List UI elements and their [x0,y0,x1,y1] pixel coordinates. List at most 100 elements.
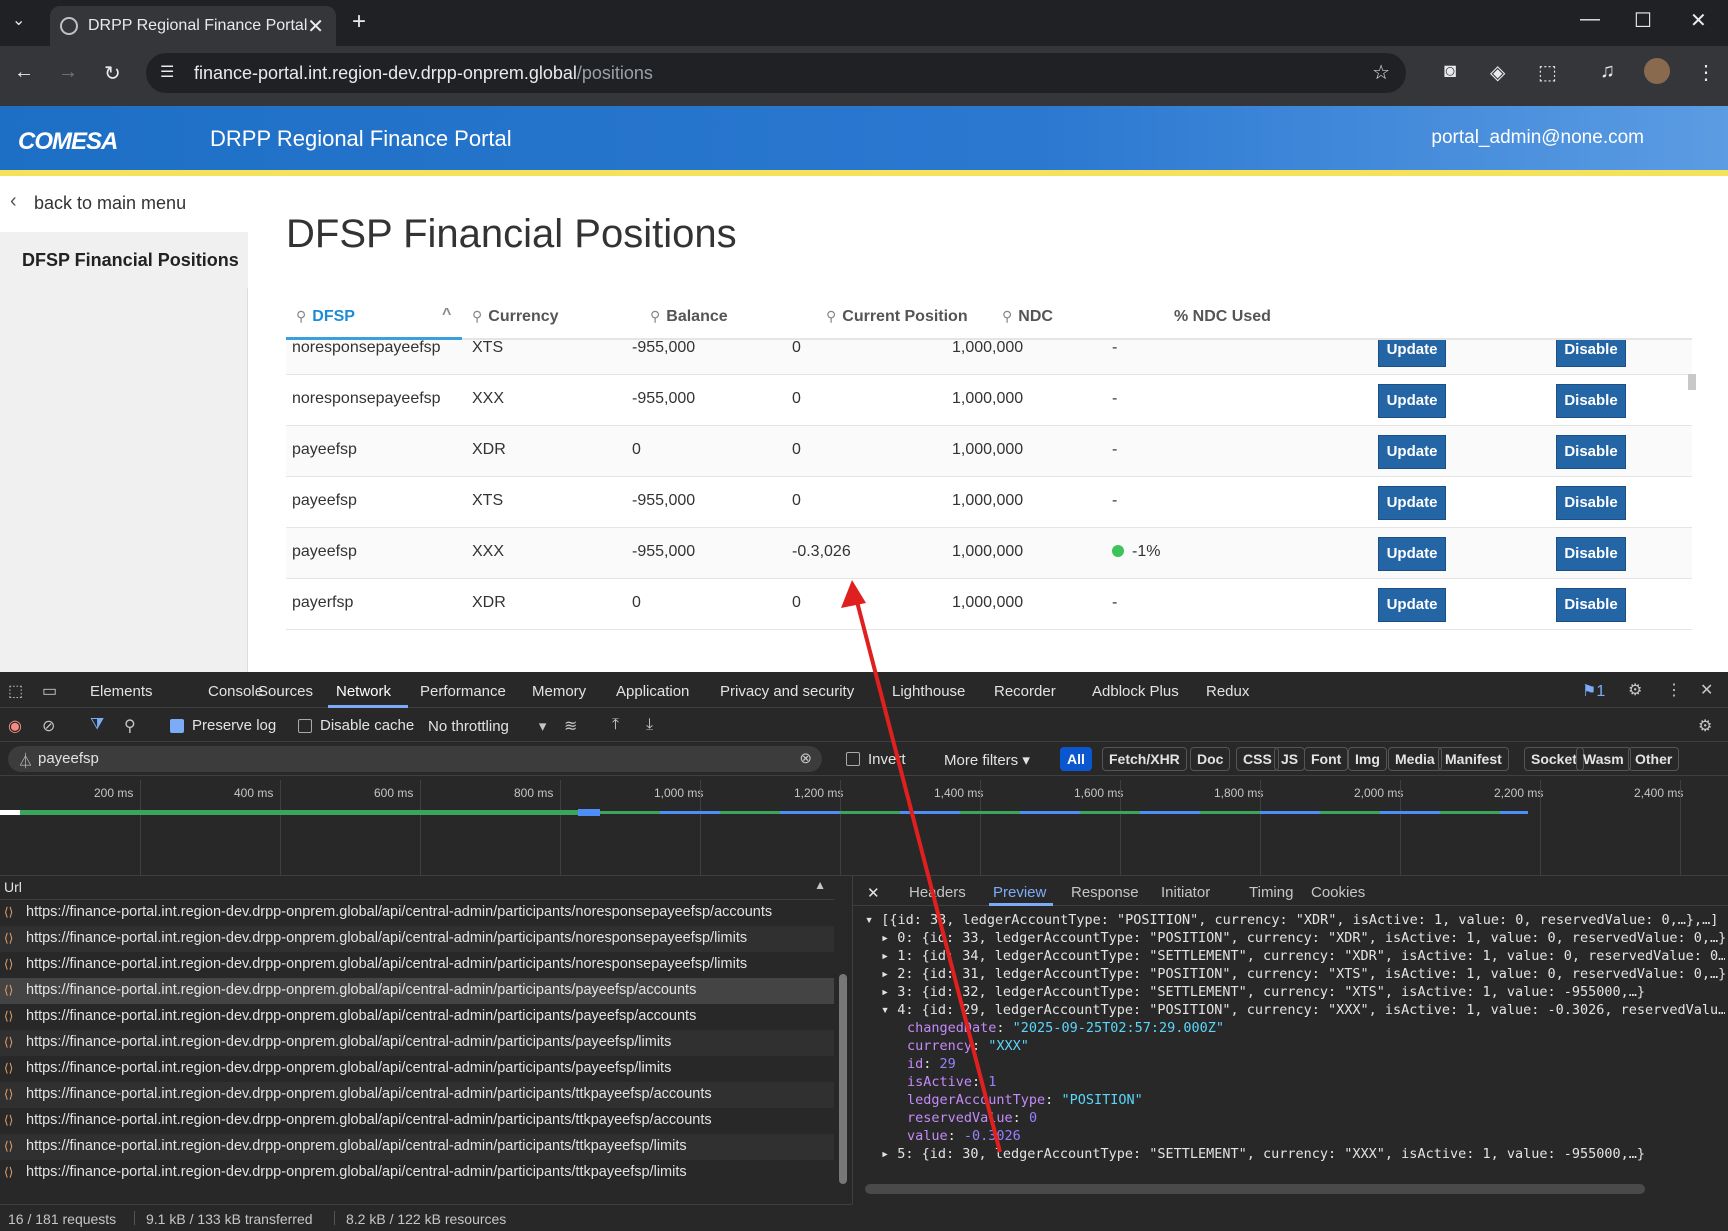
search-icon[interactable]: ⚲ [124,716,136,736]
address-bar[interactable]: ☰ finance-portal.int.region-dev.drpp-onp… [146,53,1406,93]
filter-chip-fetchxhr[interactable]: Fetch/XHR [1102,747,1187,771]
site-info-icon[interactable]: ☰ [160,62,174,82]
minimize-icon[interactable]: — [1580,8,1600,31]
request-row[interactable]: ⟨⟩ https://finance-portal.int.region-dev.… [0,952,834,978]
disable-button[interactable]: Disable [1556,537,1626,571]
request-list-scrollbar[interactable] [838,900,848,1204]
update-button[interactable]: Update [1378,384,1446,418]
table-scrollbar[interactable] [1688,374,1696,390]
detail-tab-headers[interactable]: Headers [909,884,966,901]
update-button[interactable]: Update [1378,340,1446,367]
request-row[interactable]: ⟨⟩ https://finance-portal.int.region-dev.… [0,1030,834,1056]
tab-lighthouse[interactable]: Lighthouse [892,683,965,700]
more-filters-dropdown[interactable]: More filters ▾ [944,751,1030,769]
disable-button[interactable]: Disable [1556,486,1626,520]
collapsed-arrow-icon[interactable]: ▸ [881,966,897,982]
filter-chip-img[interactable]: Img [1348,747,1387,771]
extension-diamond-icon[interactable]: ◈ [1490,60,1505,85]
request-row[interactable]: ⟨⟩ https://finance-portal.int.region-dev.… [0,1108,834,1134]
request-row[interactable]: ⟨⟩ https://finance-portal.int.region-dev.… [0,1160,834,1186]
extensions-icon[interactable]: ⬚ [1538,60,1557,85]
sort-ascending-icon[interactable]: ^ [442,306,451,324]
scrollbar-thumb[interactable] [839,974,847,1184]
filter-icon[interactable]: ⧩ [90,716,104,734]
json-line[interactable]: ▸ 2: {id: 31, ledgerAccountType: "POSITI… [881,966,1725,982]
filter-chip-media[interactable]: Media [1388,747,1442,771]
invert-checkbox[interactable] [846,752,860,766]
collapsed-arrow-icon[interactable]: ▸ [881,984,897,1000]
tab-console[interactable]: Console [208,683,263,700]
filter-chip-js[interactable]: JS [1274,747,1306,771]
tab-recorder[interactable]: Recorder [994,683,1056,700]
disable-button[interactable]: Disable [1556,435,1626,469]
detail-tab-initiator[interactable]: Initiator [1161,884,1210,901]
detail-tab-timing[interactable]: Timing [1249,884,1293,901]
tab-sources[interactable]: Sources [258,683,313,700]
collapsed-arrow-icon[interactable]: ▸ [881,930,897,946]
request-row[interactable]: ⟨⟩ https://finance-portal.int.region-dev.… [0,1082,834,1108]
reload-icon[interactable]: ↻ [104,61,121,86]
json-line[interactable]: ▾ [{id: 33, ledgerAccountType: "POSITION… [865,912,1718,928]
network-settings-icon[interactable]: ⚙ [1698,716,1712,736]
preview-horizontal-scrollbar[interactable] [865,1184,1645,1194]
filter-chip-doc[interactable]: Doc [1190,747,1231,771]
clear-filter-icon[interactable]: ⊗ [799,749,812,767]
json-line[interactable]: ▸ 1: {id: 34, ledgerAccountType: "SETTLE… [881,948,1725,964]
extension-chat-icon[interactable]: ◙ [1444,60,1456,83]
json-line[interactable]: ▸ 0: {id: 33, ledgerAccountType: "POSITI… [881,930,1725,946]
update-button[interactable]: Update [1378,537,1446,571]
bookmark-star-icon[interactable]: ☆ [1372,60,1390,85]
devtools-menu-icon[interactable]: ⋮ [1666,680,1682,700]
collapsed-arrow-icon[interactable]: ▸ [881,1146,897,1162]
column-header-balance[interactable]: ⚲ Balance [650,308,728,326]
tab-redux[interactable]: Redux [1206,683,1249,700]
tab-privacy-and-security[interactable]: Privacy and security [720,683,854,700]
expanded-arrow-icon[interactable]: ▾ [865,912,881,928]
devtools-close-icon[interactable]: ✕ [1700,680,1713,700]
export-har-icon[interactable]: ⤓ [646,716,653,734]
user-email[interactable]: portal_admin@none.com [1431,127,1644,149]
update-button[interactable]: Update [1378,435,1446,469]
request-list-header[interactable]: Url ▲ [0,876,834,900]
menu-kebab-icon[interactable]: ⋮ [1696,60,1716,85]
sort-ascending-icon[interactable]: ▲ [814,878,826,892]
json-line[interactable]: ▸ 3: {id: 32, ledgerAccountType: "SETTLE… [881,984,1645,1000]
issues-badge[interactable]: ⚑1 [1582,681,1605,701]
column-header-dfsp[interactable]: ⚲ DFSP ^ [296,306,451,326]
update-button[interactable]: Update [1378,588,1446,622]
disable-button[interactable]: Disable [1556,384,1626,418]
close-detail-icon[interactable]: ✕ [867,884,880,902]
filter-chip-css[interactable]: CSS [1236,747,1279,771]
media-control-icon[interactable]: ♫ [1600,60,1615,83]
json-line[interactable]: ▾ 4: {id: 29, ledgerAccountType: "POSITI… [881,1002,1725,1018]
json-line[interactable]: ▸ 5: {id: 30, ledgerAccountType: "SETTLE… [881,1146,1645,1162]
column-header-currency[interactable]: ⚲ Currency [472,308,559,326]
filter-chip-other[interactable]: Other [1628,747,1680,771]
filter-input[interactable]: ⏃ payeefsp ⊗ [8,746,822,772]
request-row[interactable]: ⟨⟩ https://finance-portal.int.region-dev.… [0,978,834,1004]
update-button[interactable]: Update [1378,486,1446,520]
preserve-log-checkbox[interactable] [170,719,184,733]
throttling-select[interactable]: No throttling ▾ [428,717,546,735]
detail-tab-preview[interactable]: Preview [993,884,1046,901]
filter-chip-all[interactable]: All [1060,747,1092,771]
devtools-settings-icon[interactable]: ⚙ [1628,680,1642,700]
close-window-icon[interactable]: ✕ [1690,8,1707,33]
back-icon[interactable]: ← [14,61,34,84]
request-row[interactable]: ⟨⟩ https://finance-portal.int.region-dev.… [0,1004,834,1030]
tab-search-icon[interactable]: ⌄ [12,10,25,30]
back-to-menu-link[interactable]: ‹ back to main menu [0,176,248,232]
close-tab-icon[interactable]: ✕ [307,14,324,39]
collapsed-arrow-icon[interactable]: ▸ [881,948,897,964]
filter-chip-manifest[interactable]: Manifest [1438,747,1509,771]
request-row[interactable]: ⟨⟩ https://finance-portal.int.region-dev.… [0,1056,834,1082]
request-row[interactable]: ⟨⟩ https://finance-portal.int.region-dev.… [0,926,834,952]
clear-icon[interactable]: ⊘ [42,716,55,736]
tab-network[interactable]: Network [336,683,391,700]
filter-chip-wasm[interactable]: Wasm [1576,747,1631,771]
tab-application[interactable]: Application [616,683,689,700]
tab-memory[interactable]: Memory [532,683,586,700]
column-header-current-position[interactable]: ⚲ Current Position [826,308,968,326]
maximize-icon[interactable]: ☐ [1634,8,1652,33]
network-timeline-overview[interactable]: 200 ms 400 ms 600 ms 800 ms 1,000 ms 1,200 ms… [0,776,1728,876]
